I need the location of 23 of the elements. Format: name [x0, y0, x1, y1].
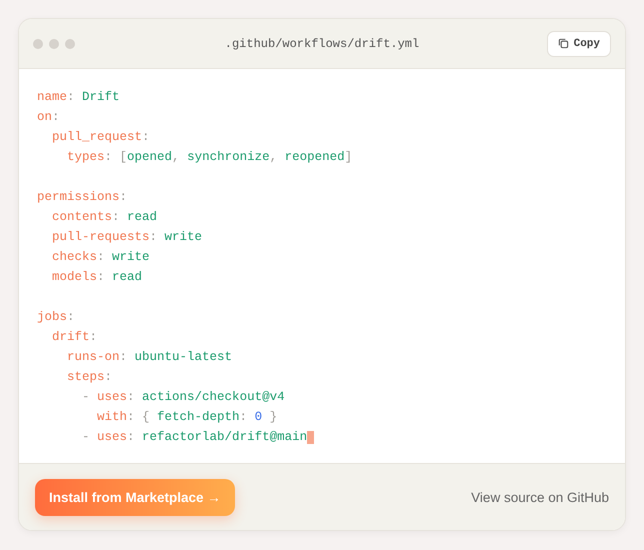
copy-button[interactable]: Copy [546, 30, 611, 56]
code-line: - uses: actions/checkout@v4 [81, 390, 285, 404]
code-line: contents: read [51, 210, 158, 224]
code-line: models: read [51, 270, 142, 284]
code-line: drift: [51, 330, 98, 344]
code-line: - uses: refactorlab/drift@main [81, 430, 308, 444]
window-dot-icon[interactable] [33, 38, 43, 48]
code-line: types: [opened, synchronize, reopened] [66, 150, 352, 164]
code-line: pull_request: [51, 130, 150, 144]
code-line: permissions: [37, 190, 128, 204]
window-dot-icon[interactable] [65, 38, 75, 48]
github-link[interactable]: View source on GitHub [471, 490, 609, 504]
code-line: with: { fetch-depth: 0 } [96, 410, 278, 424]
code-line: pull-requests: write [51, 230, 202, 244]
code-line: runs-on: ubuntu-latest [66, 350, 232, 364]
code-line: name: Drift [37, 90, 120, 104]
file-path: .github/workflows/drift.yml [224, 36, 420, 50]
code-line: steps: [66, 370, 112, 384]
code-line: on: [37, 110, 60, 124]
code-line: checks: write [51, 250, 150, 264]
copy-icon [558, 38, 569, 49]
window-dot-icon[interactable] [49, 38, 59, 48]
code-line: jobs: [37, 310, 75, 324]
